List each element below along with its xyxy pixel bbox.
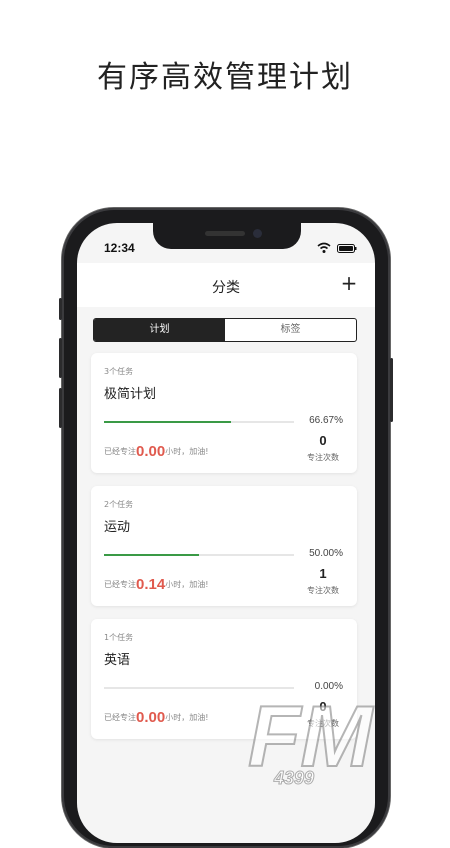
progress-track	[104, 421, 294, 423]
watermark-subtext: 4399	[273, 768, 314, 788]
focus-suffix: 小时，加油!	[165, 713, 209, 722]
progress-fill	[104, 421, 231, 423]
tab-plan[interactable]: 计划	[94, 319, 225, 341]
page-headline: 有序高效管理计划	[97, 60, 353, 95]
focus-suffix: 小时，加油!	[165, 447, 209, 456]
speaker-grille	[205, 231, 245, 236]
focus-hours: 0.00	[136, 709, 166, 726]
focus-prefix: 已经专注	[104, 713, 136, 722]
wifi-icon	[317, 242, 331, 253]
task-count: 1个任务	[104, 633, 134, 642]
status-time: 12:34	[104, 241, 135, 255]
focus-hours: 0.14	[136, 576, 166, 593]
session-count-label: 专注次数	[307, 453, 339, 462]
session-count: 0	[319, 433, 327, 448]
phone-notch	[153, 223, 301, 249]
nav-header: 分类 +	[77, 263, 375, 307]
focus-hours: 0.00	[136, 443, 166, 460]
phone-volume-up	[59, 338, 62, 378]
plan-name: 极简计划	[104, 387, 157, 402]
focus-summary: 已经专注0.00小时，加油!	[104, 443, 208, 460]
fm-4399-watermark: FM 4399	[247, 688, 376, 788]
task-count: 2个任务	[104, 500, 134, 509]
session-count-label: 专注次数	[307, 586, 339, 595]
plan-name: 英语	[104, 653, 131, 668]
segmented-control: 计划 标签	[93, 318, 357, 342]
top-cropped-text	[150, 0, 300, 6]
phone-volume-down	[59, 388, 62, 428]
tab-tags[interactable]: 标签	[225, 319, 356, 341]
focus-prefix: 已经专注	[104, 447, 136, 456]
focus-summary: 已经专注0.00小时，加油!	[104, 709, 208, 726]
plan-card-2[interactable]: 2个任务 运动 50.00% 已经专注0.14小时，加油! 1 专注次数	[91, 486, 357, 606]
page-title: 分类	[212, 280, 240, 296]
focus-summary: 已经专注0.14小时，加油!	[104, 576, 208, 593]
progress-track	[104, 554, 294, 556]
battery-icon	[337, 244, 357, 253]
progress-percent: 66.67%	[309, 415, 343, 426]
progress-fill	[104, 554, 199, 556]
focus-suffix: 小时，加油!	[165, 580, 209, 589]
phone-power-button	[390, 358, 393, 422]
focus-prefix: 已经专注	[104, 580, 136, 589]
camera-icon	[253, 229, 262, 238]
task-count: 3个任务	[104, 367, 134, 376]
progress-percent: 50.00%	[309, 548, 343, 559]
plan-name: 运动	[104, 520, 131, 535]
session-count: 1	[319, 566, 327, 581]
add-category-button[interactable]: +	[337, 271, 361, 295]
plan-card-1[interactable]: 3个任务 极简计划 66.67% 已经专注0.00小时，加油! 0 专注次数	[91, 353, 357, 473]
phone-side-button	[59, 298, 62, 320]
